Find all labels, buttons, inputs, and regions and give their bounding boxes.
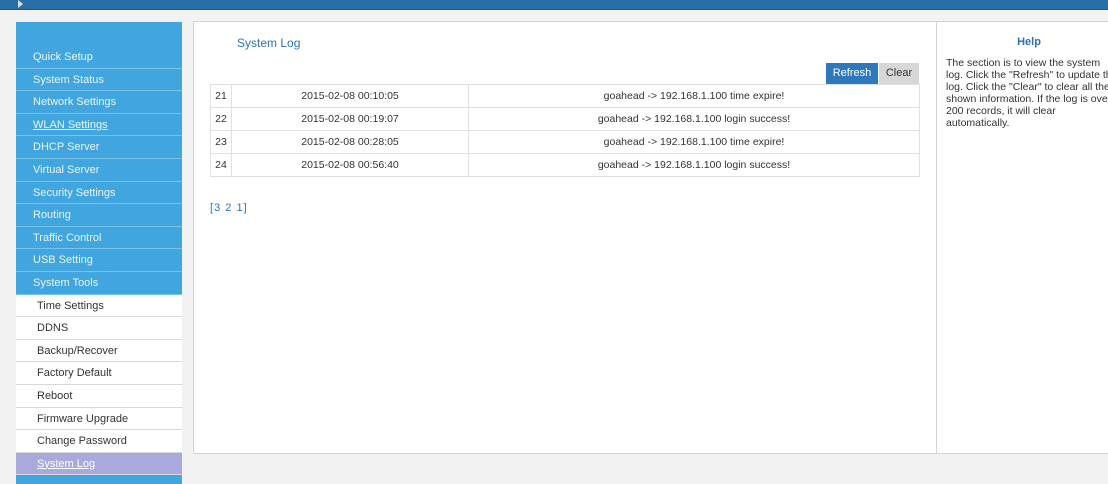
clear-button[interactable]: Clear [879, 63, 919, 84]
submenu-item-factory-default[interactable]: Factory Default [16, 362, 182, 385]
submenu-item-label: Factory Default [37, 367, 112, 380]
page-link-3[interactable]: 3 [214, 202, 221, 214]
submenu-item-label: Backup/Recover [37, 344, 118, 357]
sidebar-item-label: DHCP Server [33, 141, 100, 154]
help-title: Help [1017, 36, 1041, 48]
log-time-cell: 2015-02-08 00:10:05 [231, 84, 469, 108]
sidebar-header [16, 22, 182, 46]
sidebar-item-label: Security Settings [33, 186, 116, 199]
submenu-item-reboot[interactable]: Reboot [16, 385, 182, 408]
submenu-item-backup-recover[interactable]: Backup/Recover [16, 340, 182, 363]
submenu-item-label: System Log [37, 457, 96, 470]
sidebar-item-security-settings[interactable]: Security Settings [16, 182, 182, 205]
sidebar-item-system-tools[interactable]: System Tools [16, 272, 182, 295]
pagination: [3 2 1] [210, 202, 248, 214]
page-link-1[interactable]: 1 [236, 202, 243, 214]
top-banner [0, 0, 1108, 10]
help-line: The section is to view the system [946, 57, 1101, 69]
help-line: automatically. [946, 117, 1010, 129]
main-panel: System Log Refresh Clear 21 2015-02-08 0… [193, 21, 937, 454]
submenu-item-label: Time Settings [37, 299, 104, 312]
sidebar-item-dhcp-server[interactable]: DHCP Server [16, 136, 182, 159]
sidebar-item-usb-setting[interactable]: USB Setting [16, 249, 182, 272]
sidebar-item-label: USB Setting [33, 254, 93, 267]
log-time-cell: 2015-02-08 00:19:07 [231, 107, 469, 131]
sidebar-item-traffic-control[interactable]: Traffic Control [16, 227, 182, 250]
sidebar-item-label: Virtual Server [33, 163, 100, 176]
log-id-cell: 21 [210, 84, 232, 108]
table-row: 23 2015-02-08 00:28:05 goahead -> 192.16… [210, 130, 920, 154]
submenu-item-system-log[interactable]: System Log [16, 452, 182, 476]
help-line: shown information. If the log is over [946, 93, 1108, 105]
submenu-item-label: Reboot [37, 389, 73, 402]
sidebar-item-virtual-server[interactable]: Virtual Server [16, 159, 182, 182]
submenu-item-change-password[interactable]: Change Password [16, 430, 182, 453]
help-line: 200 records, it will clear [946, 105, 1056, 117]
submenu-item-firmware-upgrade[interactable]: Firmware Upgrade [16, 408, 182, 431]
log-message-cell: goahead -> 192.168.1.100 time expire! [468, 84, 920, 108]
log-message-cell: goahead -> 192.168.1.100 time expire! [468, 130, 920, 154]
submenu-item-label: DDNS [37, 322, 69, 335]
pagination-close-bracket: ] [243, 202, 248, 214]
submenu-item-label: Change Password [37, 435, 127, 448]
log-id-cell: 24 [210, 153, 232, 177]
sidebar-item-quick-setup[interactable]: Quick Setup [16, 46, 182, 69]
sidebar-item-label: System Tools [33, 276, 99, 289]
sidebar-item-network-settings[interactable]: Network Settings [16, 91, 182, 114]
logo-mark-icon [18, 0, 23, 8]
log-message-cell: goahead -> 192.168.1.100 login success! [468, 153, 920, 177]
log-message-cell: goahead -> 192.168.1.100 login success! [468, 107, 920, 131]
submenu-item-label: Firmware Upgrade [37, 412, 129, 425]
sidebar-item-label: WLAN Settings [33, 118, 108, 131]
table-row: 22 2015-02-08 00:19:07 goahead -> 192.16… [210, 107, 920, 131]
table-row: 24 2015-02-08 00:56:40 goahead -> 192.16… [210, 153, 920, 177]
page-link-2[interactable]: 2 [225, 202, 232, 214]
sidebar-item-system-status[interactable]: System Status [16, 69, 182, 92]
sidebar-nav: Quick Setup System Status Network Settin… [16, 22, 182, 484]
help-text: The section is to view the system log. C… [946, 57, 1108, 129]
submenu-item-ddns[interactable]: DDNS [16, 317, 182, 340]
log-time-cell: 2015-02-08 00:28:05 [231, 130, 469, 154]
log-time-cell: 2015-02-08 00:56:40 [231, 153, 469, 177]
table-row: 21 2015-02-08 00:10:05 goahead -> 192.16… [210, 84, 920, 108]
sidebar-item-label: Network Settings [33, 96, 117, 109]
sidebar-item-label: Routing [33, 209, 71, 222]
log-id-cell: 23 [210, 130, 232, 154]
refresh-button[interactable]: Refresh [826, 63, 878, 84]
system-tools-submenu: Time Settings DDNS Backup/Recover Factor… [16, 294, 182, 476]
help-line: log. Click the "Refresh" to update the [946, 69, 1108, 81]
page-title: System Log [237, 36, 301, 50]
help-line: log. Click the "Clear" to clear all the [946, 81, 1108, 93]
system-log-table: 21 2015-02-08 00:10:05 goahead -> 192.16… [210, 84, 920, 177]
sidebar-item-label: Traffic Control [33, 231, 102, 244]
log-id-cell: 22 [210, 107, 232, 131]
help-panel: Help The section is to view the system l… [937, 21, 1108, 454]
sidebar-item-label: Quick Setup [33, 51, 93, 63]
submenu-item-time-settings[interactable]: Time Settings [16, 295, 182, 318]
sidebar-item-routing[interactable]: Routing [16, 204, 182, 227]
sidebar-item-label: System Status [33, 73, 104, 86]
sidebar-item-wlan-settings[interactable]: WLAN Settings [16, 114, 182, 137]
